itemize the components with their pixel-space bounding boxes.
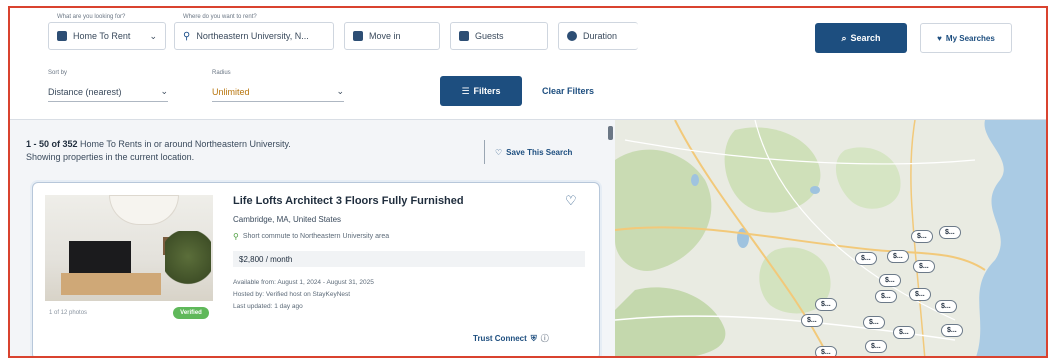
chevron-down-icon: ⌄ [149, 30, 157, 41]
map-pin-icon: ⚲ [183, 30, 191, 42]
price-marker[interactable]: $... [911, 230, 933, 243]
commute-text: Short commute to Northeastern University… [242, 233, 390, 240]
location-value: Northeastern University, N... [196, 31, 309, 41]
duration-field[interactable]: Duration [558, 22, 638, 50]
rental-type-select[interactable]: What are you looking for? Home To Rent ⌄ [48, 14, 166, 50]
rental-type-value: Home To Rent [73, 31, 131, 41]
price-marker[interactable]: $... [801, 314, 823, 327]
results-panel: 1 - 50 of 352 Home To Rents in or around… [10, 120, 615, 356]
sort-by-select[interactable]: Sort by Distance (nearest) ⌄ [48, 70, 168, 102]
price-marker[interactable]: $... [935, 300, 957, 313]
rental-type-label: What are you looking for? [55, 14, 128, 20]
results-description: Home To Rents in or around Northeastern … [77, 139, 291, 149]
price-marker[interactable]: $... [863, 316, 885, 329]
map-canvas [615, 120, 1046, 356]
listing-availability: Available from: August 1, 2024 - August … [233, 279, 374, 286]
listing-last-updated: Last updated: 1 day ago [233, 303, 303, 310]
radius-select[interactable]: Radius Unlimited ⌄ [212, 70, 344, 102]
bookmark-icon: ♡ [495, 147, 503, 157]
price-marker[interactable]: $... [941, 324, 963, 337]
price-marker[interactable]: $... [913, 260, 935, 273]
trust-connect-label: Trust Connect [473, 334, 527, 343]
price-marker[interactable]: $... [875, 290, 897, 303]
results-count: 1 - 50 of 352 [26, 139, 78, 149]
search-button[interactable]: ⌕ Search [815, 23, 907, 53]
price-marker[interactable]: $... [865, 340, 887, 353]
listing-title[interactable]: Life Lofts Architect 3 Floors Fully Furn… [233, 195, 464, 207]
sort-by-label: Sort by [48, 70, 68, 76]
my-searches-button[interactable]: ♥ My Searches [920, 23, 1012, 53]
listing-host: Hosted by: Verified host on StayKeyNest [233, 291, 351, 298]
save-search-button[interactable]: ♡ Save This Search [484, 140, 572, 164]
photo-count: 1 of 12 photos [49, 310, 88, 316]
results-map[interactable]: $... $... $... $... $... $... $... $... … [615, 120, 1046, 356]
radius-label: Radius [212, 70, 231, 76]
info-icon: ⓘ [540, 334, 549, 343]
listing-card[interactable]: 1 of 12 photos Verified Life Lofts Archi… [32, 182, 600, 356]
chevron-down-icon: ⌄ [336, 86, 344, 96]
app-frame: What are you looking for? Home To Rent ⌄… [8, 6, 1048, 358]
photo-plant [165, 231, 211, 295]
filters-button-label: Filters [473, 86, 501, 96]
price-marker[interactable]: $... [893, 326, 915, 339]
listing-price: $2,800 / month [233, 251, 585, 267]
guests-placeholder: Guests [475, 31, 504, 41]
listing-location: Cambridge, MA, United States [233, 215, 342, 224]
verified-badge: Verified [173, 307, 209, 319]
listing-commute: ⚲ Short commute to Northeastern Universi… [233, 232, 389, 241]
my-searches-label: My Searches [945, 33, 995, 43]
filter-icon: ☰ [461, 85, 470, 96]
search-filter-bar: What are you looking for? Home To Rent ⌄… [10, 8, 1046, 120]
search-icon: ⌕ [841, 32, 847, 43]
filters-button[interactable]: ☰ Filters [440, 76, 522, 106]
price-marker[interactable]: $... [939, 226, 961, 239]
move-in-date-field[interactable]: Move in [344, 22, 440, 50]
price-marker[interactable]: $... [815, 346, 837, 356]
map-pin-icon: ⚲ [233, 232, 239, 241]
price-marker[interactable]: $... [815, 298, 837, 311]
results-summary: 1 - 50 of 352 Home To Rents in or around… [26, 138, 446, 164]
calendar-icon [353, 31, 363, 41]
location-label: Where do you want to rent? [181, 14, 259, 20]
price-marker[interactable]: $... [909, 288, 931, 301]
sort-by-value: Distance (nearest) [48, 87, 122, 97]
photo-tv [69, 241, 131, 273]
clear-filters-link[interactable]: Clear Filters [542, 84, 594, 98]
results-scrollbar[interactable] [608, 126, 613, 140]
favorite-heart-icon[interactable]: ♡ [565, 193, 577, 209]
move-in-placeholder: Move in [369, 31, 401, 41]
price-marker[interactable]: $... [887, 250, 909, 263]
location-input[interactable]: Where do you want to rent? ⚲ Northeaster… [174, 14, 334, 50]
photo-console [61, 273, 161, 295]
chevron-down-icon: ⌄ [160, 86, 168, 96]
search-button-label: Search [850, 33, 881, 43]
guests-field[interactable]: Guests [450, 22, 548, 50]
heart-icon: ♥ [937, 33, 942, 43]
save-search-label: Save This Search [506, 147, 573, 157]
radius-value: Unlimited [212, 87, 250, 97]
price-marker[interactable]: $... [855, 252, 877, 265]
home-icon [57, 31, 67, 41]
results-description-line2: Showing properties in the current locati… [26, 152, 195, 162]
guests-icon [459, 31, 469, 41]
shield-icon: ⛨ [530, 333, 537, 343]
duration-placeholder: Duration [583, 31, 618, 41]
price-marker[interactable]: $... [879, 274, 901, 287]
clock-icon [567, 31, 577, 41]
trust-connect[interactable]: Trust Connect ⛨ ⓘ [473, 333, 549, 344]
listing-photo[interactable] [45, 195, 213, 301]
